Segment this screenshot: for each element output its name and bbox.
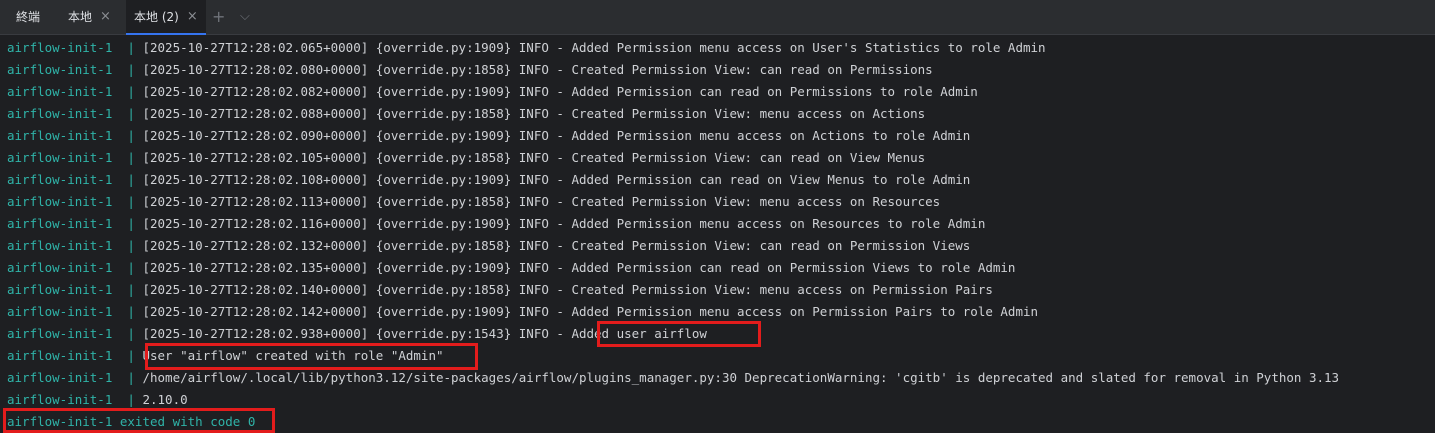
service-name: airflow-init-1 <box>7 194 113 209</box>
tab-label: 本地 <box>68 10 93 24</box>
log-message: [2025-10-27T12:28:02.082+0000] {override… <box>142 84 978 99</box>
log-line: airflow-init-1 | [2025-10-27T12:28:02.13… <box>7 235 970 257</box>
log-message: /home/airflow/.local/lib/python3.12/site… <box>142 370 1340 385</box>
new-tab-plus-icon[interactable]: + <box>212 0 225 34</box>
service-name: airflow-init-1 <box>7 84 113 99</box>
service-name: airflow-init-1 <box>7 238 113 253</box>
separator: | <box>127 392 135 407</box>
separator: | <box>127 40 135 55</box>
service-name: airflow-init-1 <box>7 370 113 385</box>
separator: | <box>127 84 135 99</box>
log-line: airflow-init-1 | [2025-10-27T12:28:02.08… <box>7 81 978 103</box>
service-name: airflow-init-1 <box>7 326 113 341</box>
service-name: airflow-init-1 <box>7 128 113 143</box>
separator: | <box>127 348 135 363</box>
log-message: [2025-10-27T12:28:02.105+0000] {override… <box>142 150 926 165</box>
service-name: airflow-init-1 <box>7 62 113 77</box>
separator: | <box>127 216 135 231</box>
log-line: airflow-init-1 | [2025-10-27T12:28:02.13… <box>7 257 1015 279</box>
service-name: airflow-init-1 <box>7 392 113 407</box>
terminal-output[interactable]: airflow-init-1 | [2025-10-27T12:28:02.06… <box>0 37 1435 433</box>
close-icon[interactable]: × <box>100 0 111 34</box>
tab-local[interactable]: 本地 × <box>60 0 119 34</box>
service-name: airflow-init-1 <box>7 304 113 319</box>
log-message: [2025-10-27T12:28:02.088+0000] {override… <box>142 106 926 121</box>
log-line: airflow-init-1 | [2025-10-27T12:28:02.11… <box>7 191 940 213</box>
separator: | <box>127 282 135 297</box>
log-message: [2025-10-27T12:28:02.090+0000] {override… <box>142 128 971 143</box>
separator: | <box>127 370 135 385</box>
service-name: airflow-init-1 <box>7 150 113 165</box>
log-line: airflow-init-1 | [2025-10-27T12:28:02.10… <box>7 169 970 191</box>
separator: | <box>127 150 135 165</box>
service-name: airflow-init-1 <box>7 260 113 275</box>
log-message: [2025-10-27T12:28:02.065+0000] {override… <box>142 40 1046 55</box>
separator: | <box>127 260 135 275</box>
log-line: airflow-init-1 | [2025-10-27T12:28:02.14… <box>7 301 1038 323</box>
log-line: airflow-init-1 | [2025-10-27T12:28:02.10… <box>7 147 925 169</box>
separator: | <box>127 238 135 253</box>
separator: | <box>127 326 135 341</box>
service-name: airflow-init-1 <box>7 216 113 231</box>
log-message: [2025-10-27T12:28:02.140+0000] {override… <box>142 282 993 297</box>
log-message: 2.10.0 <box>142 392 188 407</box>
separator: | <box>127 172 135 187</box>
separator: | <box>127 62 135 77</box>
log-message: [2025-10-27T12:28:02.135+0000] {override… <box>142 260 1016 275</box>
separator: | <box>127 128 135 143</box>
terminal-panel-title: 終端 <box>16 10 41 24</box>
close-icon[interactable]: × <box>187 0 198 34</box>
log-message: [2025-10-27T12:28:02.142+0000] {override… <box>142 304 1039 319</box>
tab-local-2[interactable]: 本地 (2) × <box>126 0 206 35</box>
log-message: [2025-10-27T12:28:02.113+0000] {override… <box>142 194 941 209</box>
service-name: airflow-init-1 <box>7 282 113 297</box>
separator: | <box>127 106 135 121</box>
log-line: airflow-init-1 | /home/airflow/.local/li… <box>7 367 1339 389</box>
highlight-box-user-created <box>145 343 478 370</box>
log-line: airflow-init-1 | [2025-10-27T12:28:02.08… <box>7 59 933 81</box>
log-line: airflow-init-1 | [2025-10-27T12:28:02.14… <box>7 279 993 301</box>
log-message: [2025-10-27T12:28:02.132+0000] {override… <box>142 238 971 253</box>
terminal-tab-bar: 終端 本地 × 本地 (2) × + ⌵ <box>0 0 1435 35</box>
log-line: airflow-init-1 | [2025-10-27T12:28:02.09… <box>7 125 970 147</box>
log-message: [2025-10-27T12:28:02.080+0000] {override… <box>142 62 933 77</box>
service-name: airflow-init-1 <box>7 172 113 187</box>
service-name: airflow-init-1 <box>7 106 113 121</box>
log-line: airflow-init-1 | [2025-10-27T12:28:02.06… <box>7 37 1046 59</box>
tab-dropdown-chevron-icon[interactable]: ⌵ <box>240 0 250 34</box>
log-message: [2025-10-27T12:28:02.116+0000] {override… <box>142 216 986 231</box>
log-line: airflow-init-1 | [2025-10-27T12:28:02.11… <box>7 213 985 235</box>
tab-label: 本地 (2) <box>134 9 179 24</box>
service-name: airflow-init-1 <box>7 40 113 55</box>
highlight-box-exit-code <box>3 408 275 433</box>
separator: | <box>127 304 135 319</box>
highlight-box-added-user <box>597 321 761 347</box>
service-name: airflow-init-1 <box>7 348 113 363</box>
log-message: [2025-10-27T12:28:02.108+0000] {override… <box>142 172 971 187</box>
log-line: airflow-init-1 | [2025-10-27T12:28:02.08… <box>7 103 925 125</box>
separator: | <box>127 194 135 209</box>
